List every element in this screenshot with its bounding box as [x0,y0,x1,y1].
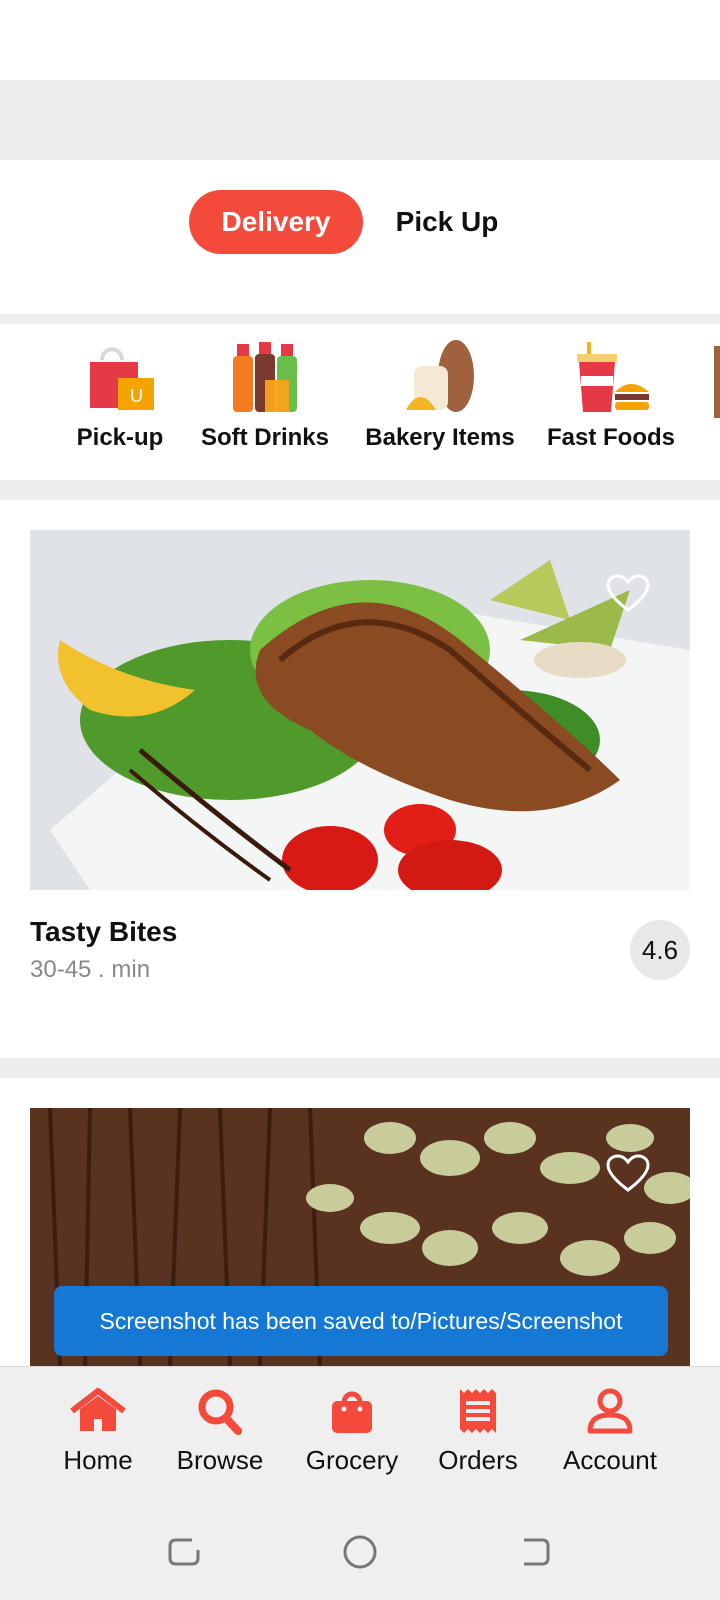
nav-label: Account [563,1445,657,1475]
category-label: Fast Foods [546,424,675,451]
shopping-bag-icon [332,1391,372,1433]
header-gray-band [0,80,720,160]
nav-label: Orders [438,1445,518,1475]
category-label: Pick-up [76,424,164,451]
receipt-icon [460,1389,496,1433]
nav-label: Grocery [305,1445,399,1475]
status-bar-area [0,0,720,80]
heart-outline-icon[interactable] [606,1154,650,1194]
home-icon [70,1388,126,1431]
pickup-tab[interactable]: Pick Up [380,190,514,254]
svg-text:U: U [130,386,143,406]
nav-browse[interactable]: Browse [160,1387,280,1476]
category-fast-foods[interactable]: Fast Foods [542,340,680,470]
nav-orders[interactable]: Orders [418,1387,538,1476]
category-strip[interactable]: U Pick-up Soft Drinks Bakery Items Fast … [0,324,720,480]
restaurant-name: Tasty Bites [30,916,178,947]
category-overflow-hint [714,346,720,418]
category-label: Soft Drinks [200,424,329,451]
divider [0,314,720,324]
restaurant-card[interactable]: Tasty Bites 30-45 . min 4.6 [0,500,720,1058]
search-icon [198,1389,242,1435]
fast-food-icon [577,342,649,412]
nav-label: Browse [176,1445,264,1475]
delivery-time: 30-45 . min [30,956,151,983]
restaurant-image[interactable] [30,530,690,890]
recent-apps-icon[interactable] [164,1534,204,1570]
category-soft-drinks[interactable]: Soft Drinks [196,340,334,470]
category-bakery-items[interactable]: Bakery Items [358,340,522,470]
nav-account[interactable]: Account [550,1387,670,1476]
nav-grocery[interactable]: Grocery [292,1387,412,1476]
rating-badge: 4.6 [630,920,690,980]
heart-outline-icon[interactable] [606,574,650,614]
account-icon [587,1388,633,1434]
back-icon[interactable] [516,1534,556,1570]
delivery-tab[interactable]: Delivery [189,190,363,254]
divider [0,480,720,500]
divider [0,1058,720,1078]
bottom-navigation: Home Browse Grocery Orders Account [0,1366,720,1505]
nav-home[interactable]: Home [38,1387,158,1476]
category-pickup[interactable]: U Pick-up [66,340,174,470]
toast-notification: Screenshot has been saved to/Pictures/Sc… [54,1286,668,1356]
home-button-icon[interactable] [340,1534,380,1570]
bakery-icon [406,340,474,412]
soft-drinks-icon [233,342,297,412]
nav-label: Home [63,1445,133,1475]
category-label: Bakery Items [365,424,515,451]
shopping-bags-icon: U [90,347,154,410]
order-mode-toggle: Delivery Pick Up [0,160,720,314]
system-navigation-bar [0,1504,720,1600]
